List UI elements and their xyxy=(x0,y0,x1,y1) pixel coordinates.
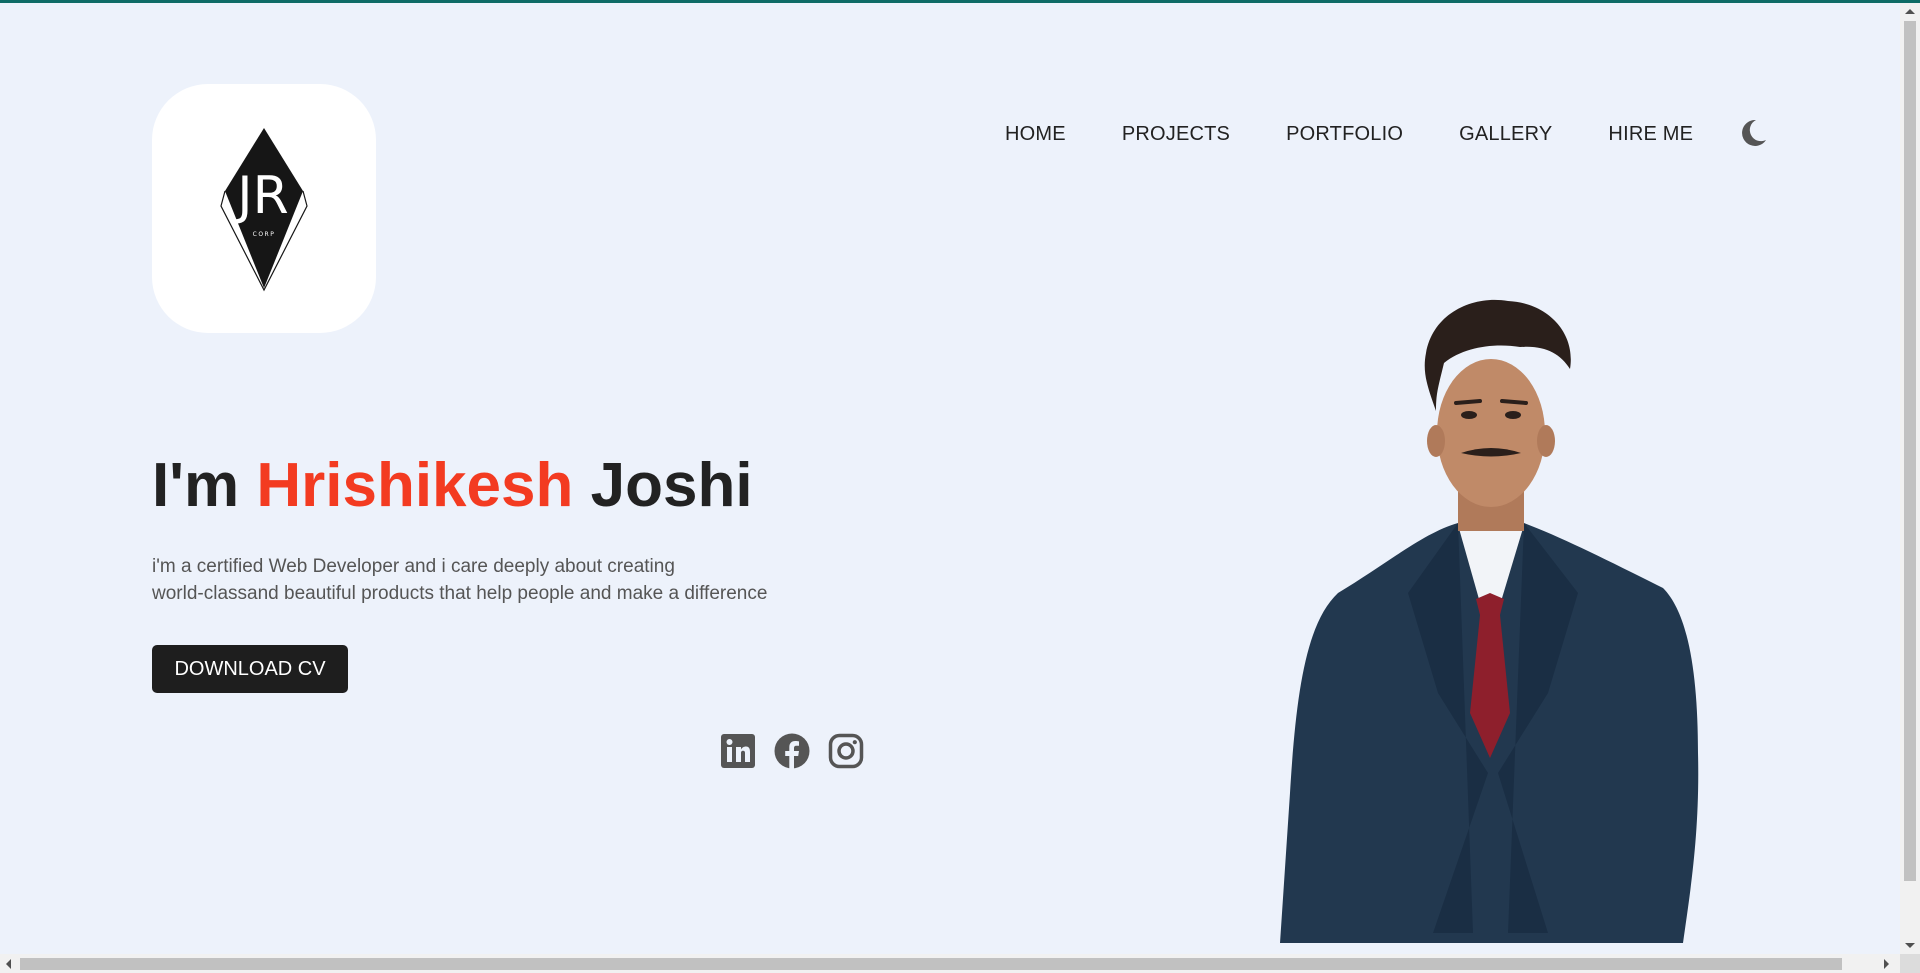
hero-first-name: Hrishikesh xyxy=(256,451,574,520)
nav-home[interactable]: HOME xyxy=(1005,123,1066,146)
logo-tagline: CORP xyxy=(253,231,276,238)
hero-description-line-2: world-classand beautiful products that h… xyxy=(152,583,768,604)
jr-corp-logo-icon: JR CORP xyxy=(220,128,308,292)
vertical-scroll-thumb[interactable] xyxy=(1904,21,1916,881)
scroll-down-icon[interactable] xyxy=(1905,943,1915,948)
instagram-icon[interactable] xyxy=(828,733,864,769)
nav-projects[interactable]: PROJECTS xyxy=(1122,123,1230,146)
page: JR CORP HOME PROJECTS PORTFOLIO GALLERY … xyxy=(0,3,1900,954)
scroll-left-icon[interactable] xyxy=(6,959,11,969)
nav-portfolio[interactable]: PORTFOLIO xyxy=(1286,123,1403,146)
scroll-right-icon[interactable] xyxy=(1884,959,1889,969)
vertical-scrollbar[interactable] xyxy=(1900,3,1920,954)
scroll-up-icon[interactable] xyxy=(1905,9,1915,14)
horizontal-scrollbar[interactable] xyxy=(0,954,1900,973)
social-links xyxy=(720,733,864,769)
hero-description: i'm a certified Web Developer and i care… xyxy=(152,553,852,607)
download-cv-button[interactable]: DOWNLOAD CV xyxy=(152,645,348,693)
linkedin-icon[interactable] xyxy=(720,733,756,769)
hero-greeting: I'm xyxy=(152,451,240,520)
moon-icon xyxy=(1742,119,1766,146)
nav-hire-me[interactable]: HIRE ME xyxy=(1608,123,1693,146)
scrollbar-corner xyxy=(1900,954,1920,973)
facebook-icon[interactable] xyxy=(774,733,810,769)
main-nav: HOME PROJECTS PORTFOLIO GALLERY HIRE ME xyxy=(1005,119,1749,149)
hero-heading: I'm Hrishikesh Joshi xyxy=(152,449,753,523)
hero-last-name: Joshi xyxy=(590,451,753,520)
nav-gallery[interactable]: GALLERY xyxy=(1459,123,1552,146)
theme-toggle-button[interactable] xyxy=(1736,116,1770,150)
horizontal-scroll-thumb[interactable] xyxy=(20,958,1842,970)
logo[interactable]: JR CORP xyxy=(152,84,376,333)
logo-monogram: JR xyxy=(234,166,288,226)
profile-photo xyxy=(1280,299,1699,943)
hero-description-line-1: i'm a certified Web Developer and i care… xyxy=(152,556,675,577)
